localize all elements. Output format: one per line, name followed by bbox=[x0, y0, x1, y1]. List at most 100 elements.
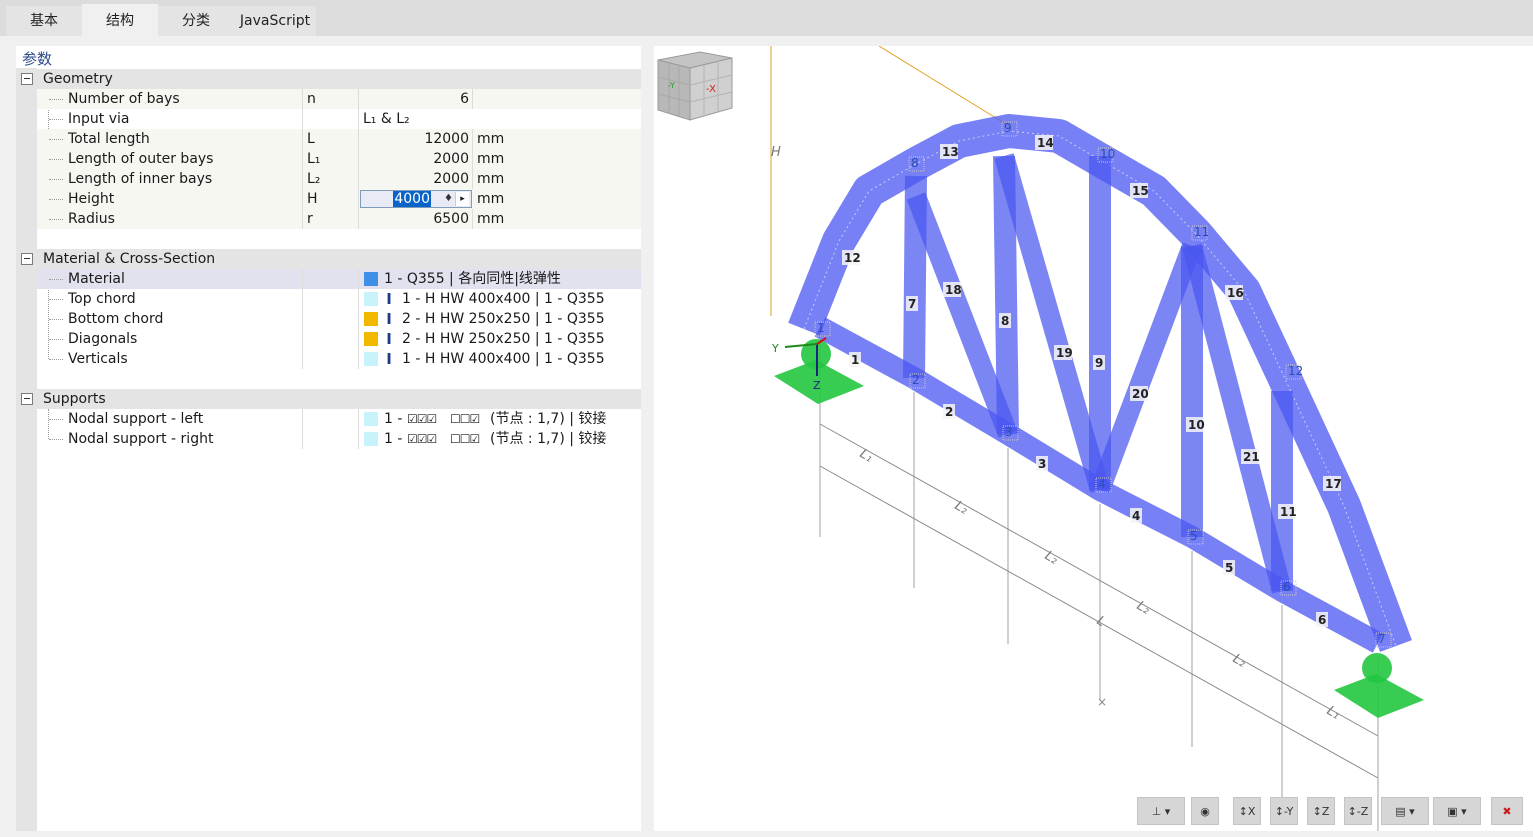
tab-classification[interactable]: 分类 bbox=[158, 6, 234, 36]
member-label: 14 bbox=[1037, 136, 1054, 150]
ibeam-icon: I bbox=[386, 290, 392, 308]
param-row-inner-bays[interactable]: Length of inner bays L₂ 2000 mm bbox=[37, 169, 641, 189]
support-prefix: 1 - bbox=[384, 431, 403, 447]
param-value[interactable]: 6 bbox=[359, 89, 469, 109]
member-label: 13 bbox=[942, 145, 959, 159]
param-name: Number of bays bbox=[68, 91, 180, 107]
param-row-material[interactable]: Material 1 - Q355 | 各向同性|线弹性 bbox=[37, 269, 641, 289]
param-name: Material bbox=[68, 271, 125, 287]
section-label: Material & Cross-Section bbox=[43, 251, 216, 267]
view-minus-z-button[interactable]: ↕-Z bbox=[1344, 797, 1372, 825]
node-label: 9 bbox=[1004, 121, 1012, 135]
ibeam-icon: I bbox=[386, 310, 392, 328]
dimension-label: H bbox=[771, 145, 781, 160]
member-label: 10 bbox=[1188, 418, 1205, 432]
truss-model[interactable]: L₁L₂L₂L₂L₂L₁LH 1234567891011121234567891… bbox=[654, 46, 1533, 831]
section-label: Supports bbox=[43, 391, 106, 407]
height-input[interactable]: 4000 ♦ ▸ bbox=[360, 190, 472, 208]
tab-structure[interactable]: 结构 bbox=[82, 4, 158, 36]
param-row-bottom-chord[interactable]: Bottom chord I 2 - H HW 250x250 | 1 - Q3… bbox=[37, 309, 641, 329]
diagonal-member bbox=[1090, 242, 1202, 494]
param-row-outer-bays[interactable]: Length of outer bays L₁ 2000 mm bbox=[37, 149, 641, 169]
member-label: 20 bbox=[1132, 387, 1149, 401]
display-mode-button[interactable]: ▤ ▾ bbox=[1381, 797, 1429, 825]
param-row-support-right[interactable]: Nodal support - right 1 - ☑☑☑ ☐☐☑ (节点 : … bbox=[37, 429, 641, 449]
support-right-base bbox=[1334, 674, 1424, 718]
param-value[interactable]: 2 - H HW 250x250 | 1 - Q355 bbox=[402, 329, 605, 349]
param-value[interactable]: 2 - H HW 250x250 | 1 - Q355 bbox=[402, 309, 605, 329]
node-label: 4 bbox=[1098, 477, 1106, 491]
node-label: 3 bbox=[1005, 425, 1013, 439]
chevron-right-icon[interactable]: ▸ bbox=[455, 192, 469, 206]
member-label: 12 bbox=[844, 251, 861, 265]
param-value[interactable]: 2000 bbox=[359, 169, 469, 189]
section-material[interactable]: Material & Cross-Section bbox=[16, 249, 641, 269]
collapse-icon[interactable] bbox=[21, 73, 33, 85]
node-label: 7 bbox=[1378, 632, 1386, 646]
param-row-total-length[interactable]: Total length L 12000 mm bbox=[37, 129, 641, 149]
param-value[interactable]: 2000 bbox=[359, 149, 469, 169]
view-y-icon: ↕-Y bbox=[1274, 805, 1294, 818]
param-row-diagonals[interactable]: Diagonals I 2 - H HW 250x250 | 1 - Q355 bbox=[37, 329, 641, 349]
section-color-swatch bbox=[364, 352, 378, 366]
param-name: Length of inner bays bbox=[68, 171, 213, 187]
view-x-icon: ↕X bbox=[1238, 805, 1256, 818]
fixed-dof-checkboxes: ☑☑☑ bbox=[407, 432, 437, 446]
param-value[interactable]: 6500 bbox=[359, 209, 469, 229]
view-y-button[interactable]: ↕-Y bbox=[1270, 797, 1298, 825]
param-row-input-via[interactable]: Input via L₁ & L₂ bbox=[37, 109, 641, 129]
param-name: Verticals bbox=[68, 351, 128, 367]
param-row-height[interactable]: Height H 4000 ♦ ▸ mm bbox=[37, 189, 641, 209]
origin-marker: × bbox=[1097, 695, 1107, 709]
param-name: Total length bbox=[68, 131, 150, 147]
member-label: 17 bbox=[1325, 477, 1342, 491]
dimension-label: L₂ bbox=[952, 498, 970, 517]
collapse-icon[interactable] bbox=[21, 393, 33, 405]
param-unit: mm bbox=[477, 131, 505, 147]
param-row-verticals[interactable]: Verticals I 1 - H HW 400x400 | 1 - Q355 bbox=[37, 349, 641, 369]
section-geometry[interactable]: Geometry bbox=[16, 69, 641, 89]
param-row-top-chord[interactable]: Top chord I 1 - H HW 400x400 | 1 - Q355 bbox=[37, 289, 641, 309]
param-value[interactable]: 1 - H HW 400x400 | 1 - Q355 bbox=[402, 289, 605, 309]
param-name: Height bbox=[68, 191, 115, 207]
model-viewport[interactable]: L₁ L₂ L₂ L₂ L₂ L₁ L H 1 2 3 4 5 6 7 8 9 10 11 12 1 2 3 4 5 6 7 8 9 1… bbox=[654, 46, 1533, 831]
param-value[interactable]: (节点 : 1,7) | 铰接 bbox=[490, 409, 606, 429]
tab-javascript[interactable]: JavaScript bbox=[234, 6, 316, 36]
view-x-button[interactable]: ↕X bbox=[1233, 797, 1261, 825]
node-label: 1 bbox=[817, 321, 825, 335]
height-input-value[interactable]: 4000 bbox=[393, 191, 431, 207]
navcube-x-label: -X bbox=[706, 84, 716, 95]
render-settings-icon: ◉ bbox=[1200, 805, 1210, 818]
navigation-cube[interactable]: -Y -X bbox=[654, 46, 734, 124]
free-dof-checkboxes: ☐☐☑ bbox=[450, 412, 480, 426]
spin-icon[interactable]: ♦ bbox=[444, 191, 453, 207]
section-supports[interactable]: Supports bbox=[16, 389, 641, 409]
param-unit: mm bbox=[477, 191, 505, 207]
collapse-icon[interactable] bbox=[21, 253, 33, 265]
param-row-support-left[interactable]: Nodal support - left 1 - ☑☑☑ ☐☐☑ (节点 : 1… bbox=[37, 409, 641, 429]
node-label: 8 bbox=[911, 156, 919, 170]
ibeam-icon: I bbox=[386, 350, 392, 368]
iso-view-button[interactable]: ▣ ▾ bbox=[1433, 797, 1481, 825]
param-name: Length of outer bays bbox=[68, 151, 214, 167]
param-row-number-of-bays[interactable]: Number of bays n 6 bbox=[37, 89, 641, 109]
param-row-radius[interactable]: Radius r 6500 mm bbox=[37, 209, 641, 229]
render-settings-button[interactable]: ◉ bbox=[1191, 797, 1219, 825]
axes-view-button[interactable]: ⊥ ▾ bbox=[1137, 797, 1185, 825]
tab-basic[interactable]: 基本 bbox=[6, 6, 82, 36]
param-symbol: L₁ bbox=[307, 151, 321, 167]
param-value[interactable]: 1 - H HW 400x400 | 1 - Q355 bbox=[402, 349, 605, 369]
view-z-button[interactable]: ↕Z bbox=[1307, 797, 1335, 825]
ibeam-icon: I bbox=[386, 330, 392, 348]
member-label: 5 bbox=[1225, 561, 1233, 575]
reset-view-button[interactable]: ✖ bbox=[1491, 797, 1523, 825]
support-color-swatch bbox=[364, 412, 378, 426]
param-value[interactable]: 12000 bbox=[359, 129, 469, 149]
param-value[interactable]: (节点 : 1,7) | 铰接 bbox=[490, 429, 606, 449]
param-name: Input via bbox=[68, 111, 130, 127]
param-value[interactable]: 1 - Q355 | 各向同性|线弹性 bbox=[384, 269, 561, 289]
iso-view-icon: ▣ ▾ bbox=[1447, 805, 1467, 818]
param-value[interactable]: L₁ & L₂ bbox=[363, 109, 410, 129]
section-label: Geometry bbox=[43, 71, 113, 87]
section-color-swatch bbox=[364, 332, 378, 346]
